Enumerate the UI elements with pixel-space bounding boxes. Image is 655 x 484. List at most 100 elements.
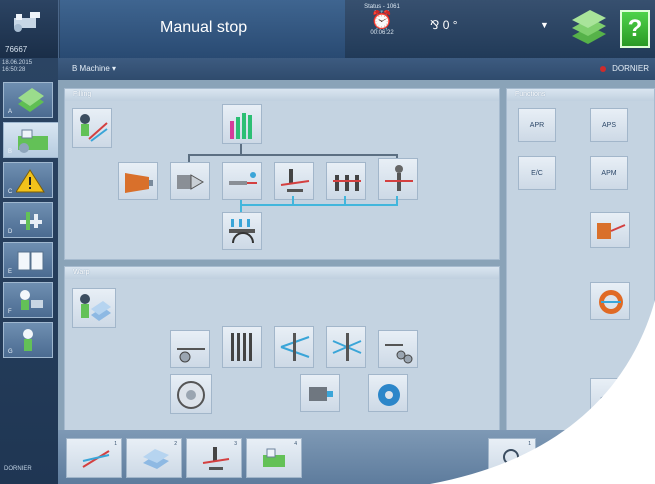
alarm-clock-icon: ⏰	[370, 10, 394, 30]
back-rest-icon	[177, 348, 205, 363]
thread-brake-icon	[229, 172, 257, 185]
filling-tension-tile[interactable]	[274, 162, 314, 200]
filling-stretch-tile[interactable]	[378, 158, 418, 200]
machine-icon	[263, 448, 285, 467]
machine-logo-cell[interactable]: 76667	[0, 0, 59, 58]
warp-reed-tile[interactable]	[326, 326, 366, 368]
chevron-down-icon: ▼	[540, 20, 549, 30]
breadcrumb: B Machine ▾ DORNIER	[58, 58, 655, 80]
settings-tools-icon	[20, 212, 42, 230]
function-leno-tile[interactable]	[590, 282, 630, 320]
machine-id: 76667	[5, 45, 28, 54]
loom-icon	[14, 12, 40, 32]
air-line	[240, 204, 396, 206]
left-navigation: 18.06.2015 16:50:28 A B C D E F G DORNIE…	[0, 58, 58, 484]
sidebar-brand: DORNIER	[4, 466, 32, 472]
machine-screen: 76667 Manual stop Status - 1061 ⏰ 00:06:…	[0, 0, 655, 484]
air-line	[344, 196, 346, 206]
filling-feeder-tile[interactable]	[170, 162, 210, 200]
bar-meter-icon	[230, 113, 252, 139]
filling-nozzles-tile[interactable]	[326, 162, 366, 200]
operator-thread-icon	[80, 114, 108, 142]
arrow-left-icon	[600, 388, 616, 408]
toolbar-warp-button[interactable]: 2	[126, 438, 182, 478]
filling-thread-icon	[82, 450, 110, 468]
nav-button-operator[interactable]: G	[3, 322, 53, 358]
fabric-stack-icon	[572, 10, 606, 44]
warp-take-up-tile[interactable]	[378, 330, 418, 368]
function-apr-button[interactable]: APR	[518, 108, 556, 142]
date-time: 18.06.2015 16:50:28	[2, 60, 56, 74]
service-user-icon	[20, 290, 43, 310]
fabric-rolls-icon	[18, 88, 44, 112]
feeder-icon	[177, 174, 204, 190]
bobbin-icon	[125, 173, 153, 193]
air-pressure-icon	[229, 219, 255, 244]
warning-icon	[16, 169, 45, 193]
filling-monitor-tile[interactable]	[222, 104, 262, 144]
nav-button-manual[interactable]: E	[3, 242, 53, 278]
warp-beam-tile[interactable]	[170, 374, 212, 414]
connector-line	[240, 144, 242, 154]
nav-button-settings[interactable]: D	[3, 202, 53, 238]
warp-beam-icon	[177, 381, 205, 409]
filling-air-pressure-tile[interactable]	[222, 212, 262, 250]
take-up-rollers-icon	[385, 344, 413, 364]
warp-operator-tile[interactable]	[72, 288, 116, 328]
angle-icon: ⅋	[430, 18, 443, 32]
filling-prewinder-tile[interactable]	[118, 162, 158, 200]
reed-icon	[332, 333, 362, 361]
status-time: 00:06:22	[370, 30, 394, 36]
tension-gauge-icon	[280, 169, 310, 192]
toolbar-filling-button[interactable]: 1	[66, 438, 122, 478]
warp-cloth-roll-tile[interactable]	[368, 374, 408, 412]
toolbar-tension-button[interactable]: 3	[186, 438, 242, 478]
function-back-button[interactable]	[590, 378, 630, 416]
time-text: 16:50:28	[2, 67, 26, 73]
warp-sheets-icon	[143, 449, 169, 469]
fabric-stack-button[interactable]	[568, 6, 608, 52]
filling-thread-brake-tile[interactable]	[222, 162, 262, 200]
top-bar: 76667 Manual stop Status - 1061 ⏰ 00:06:…	[0, 0, 655, 58]
warp-shed-tile[interactable]	[274, 326, 314, 368]
tension-icon	[202, 447, 230, 470]
magnifier-icon	[499, 449, 519, 471]
angle-dropdown[interactable]: ⅋ 0 ° ▼	[418, 0, 564, 58]
loom-machine-icon	[18, 129, 48, 153]
air-line	[396, 196, 398, 206]
toolbar-search-button[interactable]: 1	[488, 438, 536, 478]
date-text: 18.06.2015	[2, 60, 33, 66]
operator-icon	[23, 329, 33, 351]
angle-value: ⅋ 0 °	[430, 18, 458, 32]
warp-back-rest-tile[interactable]	[170, 330, 210, 368]
toolbar-machine-button[interactable]: 4	[246, 438, 302, 478]
function-cutter-tile[interactable]	[590, 212, 630, 248]
air-line	[292, 196, 294, 206]
status-clock[interactable]: Status - 1061 ⏰ 00:06:22	[355, 4, 409, 54]
warp-motor-tile[interactable]	[300, 374, 340, 412]
function-apm-button[interactable]: APM	[590, 156, 628, 190]
operator-warp-icon	[80, 294, 111, 321]
warp-panel-title: Warp	[65, 267, 499, 279]
warp-heald-frames-tile[interactable]	[222, 326, 262, 368]
leno-disc-icon	[599, 290, 623, 314]
filling-operator-tile[interactable]	[72, 108, 112, 148]
function-aps-button[interactable]: APS	[590, 108, 628, 142]
filling-panel-title: Filling	[65, 89, 499, 101]
book-icon	[17, 251, 44, 271]
nav-button-machine[interactable]: B	[3, 122, 58, 158]
motor-icon	[309, 387, 333, 401]
nav-button-fabric[interactable]: A	[3, 82, 53, 118]
breadcrumb-path[interactable]: B Machine ▾	[72, 64, 116, 73]
functions-panel-title: Functions	[507, 89, 654, 101]
mode-title: Manual stop	[160, 19, 248, 36]
nav-button-alarms[interactable]: C	[3, 162, 53, 198]
cloth-roll-icon	[378, 384, 400, 406]
nav-button-service[interactable]: F	[3, 282, 53, 318]
function-ec-button[interactable]: E/C	[518, 156, 556, 190]
connector-line	[188, 154, 398, 156]
brand-name: DORNIER	[600, 64, 649, 73]
nozzle-group-icon	[333, 175, 361, 191]
heald-frames-icon	[231, 333, 252, 361]
help-button[interactable]: ?	[620, 10, 650, 48]
